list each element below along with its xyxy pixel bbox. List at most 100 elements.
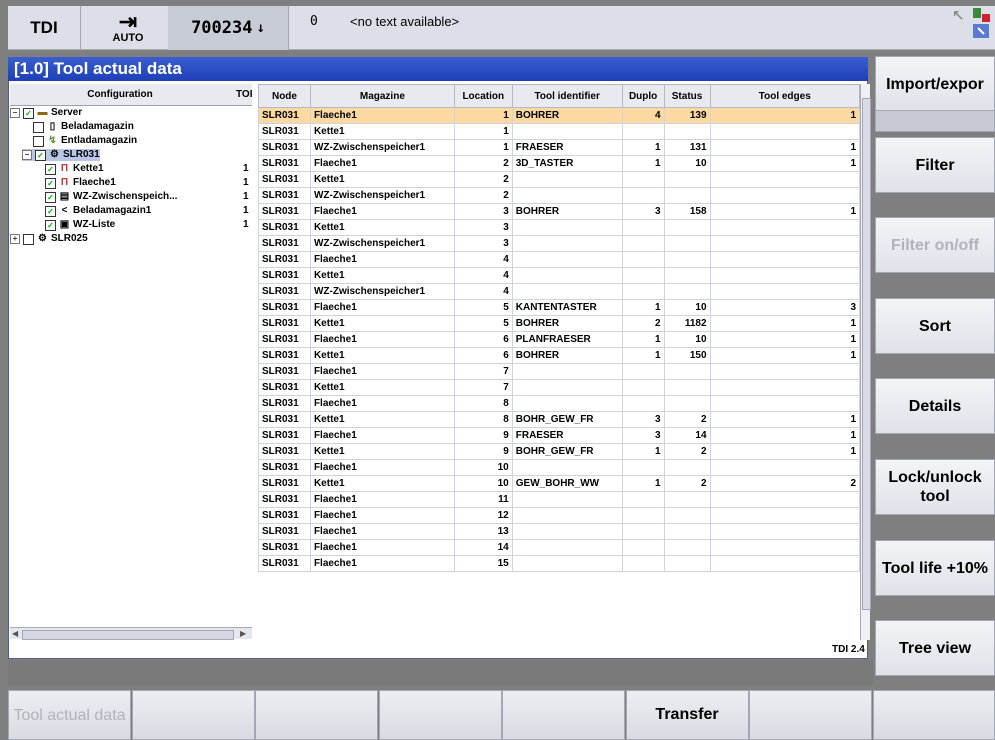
table-cell[interactable]: WZ-Zwischenspeicher1 [309,187,455,204]
column-header[interactable]: Location [453,84,513,108]
table-cell[interactable]: 3 [453,219,513,236]
table-cell[interactable]: Flaeche1 [309,331,455,348]
tree-checkbox[interactable]: ✓ [45,219,56,231]
table-cell[interactable]: SLR031 [258,555,311,572]
table-cell[interactable]: Kette1 [309,219,455,236]
table-cell[interactable] [663,539,711,556]
table-cell[interactable] [621,283,665,300]
table-cell[interactable] [621,379,665,396]
table-row[interactable]: SLR031 Flaeche1 3 BOHRER 3 158 1 [258,203,860,220]
table-cell[interactable]: BOHRER [511,107,623,124]
table-cell[interactable]: 10 [663,299,711,316]
table-cell[interactable]: SLR031 [258,427,311,444]
table-cell[interactable]: 8 [453,411,513,428]
softkey-right[interactable]: Sort [875,298,995,354]
table-cell[interactable]: SLR031 [258,491,311,508]
column-header[interactable]: Duplo [621,84,665,108]
softkey-right[interactable]: Tree view [875,620,995,676]
table-cell[interactable]: 131 [663,139,711,156]
table-row[interactable]: SLR031 Kette1 1 [258,123,860,140]
table-cell[interactable]: 2 [621,315,665,332]
table-cell[interactable] [709,267,860,284]
table-cell[interactable]: 10 [663,155,711,172]
table-cell[interactable]: SLR031 [258,315,311,332]
tree-node[interactable]: − ✓ ⚙ SLR031 [22,149,100,161]
table-cell[interactable] [511,539,623,556]
table-row[interactable]: SLR031 Kette1 2 [258,171,860,188]
table-row[interactable]: SLR031 WZ-Zwischenspeicher1 4 [258,283,860,300]
table-cell[interactable]: 2 [709,475,860,492]
table-cell[interactable]: 4 [621,107,665,124]
table-row[interactable]: SLR031 Kette1 6 BOHRER 1 150 1 [258,347,860,364]
table-cell[interactable] [621,171,665,188]
table-cell[interactable]: FRAESER [511,427,623,444]
table-cell[interactable] [709,523,860,540]
table-cell[interactable]: SLR031 [258,523,311,540]
table-row[interactable]: SLR031 Flaeche1 11 [258,491,860,508]
tree-checkbox[interactable]: ✓ [35,149,46,161]
table-cell[interactable] [621,235,665,252]
softkey-right[interactable]: Filter on/off [875,217,995,273]
softkey-bottom[interactable] [749,690,872,740]
table-cell[interactable]: 6 [453,347,513,364]
table-cell[interactable]: 10 [453,459,513,476]
table-cell[interactable]: Kette1 [309,475,455,492]
table-cell[interactable]: Flaeche1 [309,507,455,524]
table-cell[interactable]: 10 [453,475,513,492]
table-cell[interactable] [621,395,665,412]
table-cell[interactable]: Flaeche1 [309,427,455,444]
table-row[interactable]: SLR031 Kette1 4 [258,267,860,284]
tree-node[interactable]: + ⚙ SLR025 [10,233,88,245]
table-cell[interactable] [709,235,860,252]
table-cell[interactable]: 5 [453,299,513,316]
table-cell[interactable]: 1 [621,155,665,172]
table-cell[interactable]: 1 [621,139,665,156]
table-vertical-scrollbar[interactable] [860,84,871,640]
table-row[interactable]: SLR031 Flaeche1 5 KANTENTASTER 1 10 3 [258,299,860,316]
table-cell[interactable] [709,171,860,188]
table-cell[interactable] [709,507,860,524]
table-cell[interactable] [511,219,623,236]
table-cell[interactable] [621,539,665,556]
table-cell[interactable]: WZ-Zwischenspeicher1 [309,283,455,300]
tree-node[interactable]: ↯ Entladamagazin [22,135,137,147]
table-cell[interactable]: 4 [453,283,513,300]
table-cell[interactable]: Flaeche1 [309,155,455,172]
table-cell[interactable]: 1 [453,123,513,140]
tree-node[interactable]: ✓ ▤ WZ-Zwischenspeich... [34,191,177,203]
table-cell[interactable]: Flaeche1 [309,459,455,476]
table-cell[interactable]: BOHR_GEW_FR [511,411,623,428]
table-cell[interactable] [511,283,623,300]
expand-icon[interactable]: + [10,234,20,244]
table-cell[interactable] [709,251,860,268]
table-cell[interactable]: 1 [709,139,860,156]
table-cell[interactable]: 2 [453,155,513,172]
table-cell[interactable]: SLR031 [258,283,311,300]
table-cell[interactable]: SLR031 [258,475,311,492]
table-row[interactable]: SLR031 Flaeche1 14 [258,539,860,556]
table-cell[interactable] [663,123,711,140]
table-cell[interactable] [511,395,623,412]
tree-horizontal-scrollbar[interactable]: ◀ ▶ [10,627,252,640]
table-cell[interactable]: SLR031 [258,379,311,396]
scroll-thumb[interactable] [22,630,234,640]
table-cell[interactable]: SLR031 [258,331,311,348]
table-cell[interactable] [709,395,860,412]
table-cell[interactable] [663,395,711,412]
softkey-bottom[interactable] [255,690,378,740]
table-cell[interactable]: BOHR_GEW_FR [511,443,623,460]
table-cell[interactable]: 1 [709,443,860,460]
table-row[interactable]: SLR031 Flaeche1 8 [258,395,860,412]
table-cell[interactable]: 1 [621,443,665,460]
table-cell[interactable]: 6 [453,331,513,348]
table-cell[interactable]: SLR031 [258,203,311,220]
table-cell[interactable]: SLR031 [258,219,311,236]
table-cell[interactable] [663,171,711,188]
table-cell[interactable] [511,379,623,396]
table-cell[interactable]: 3 [453,235,513,252]
table-row[interactable]: SLR031 WZ-Zwischenspeicher1 1 FRAESER 1 131 1 [258,139,860,156]
tree-checkbox[interactable]: ✓ [45,177,56,189]
table-cell[interactable]: 1 [453,107,513,124]
table-cell[interactable]: 1 [709,203,860,220]
column-header[interactable]: Status [663,84,711,108]
